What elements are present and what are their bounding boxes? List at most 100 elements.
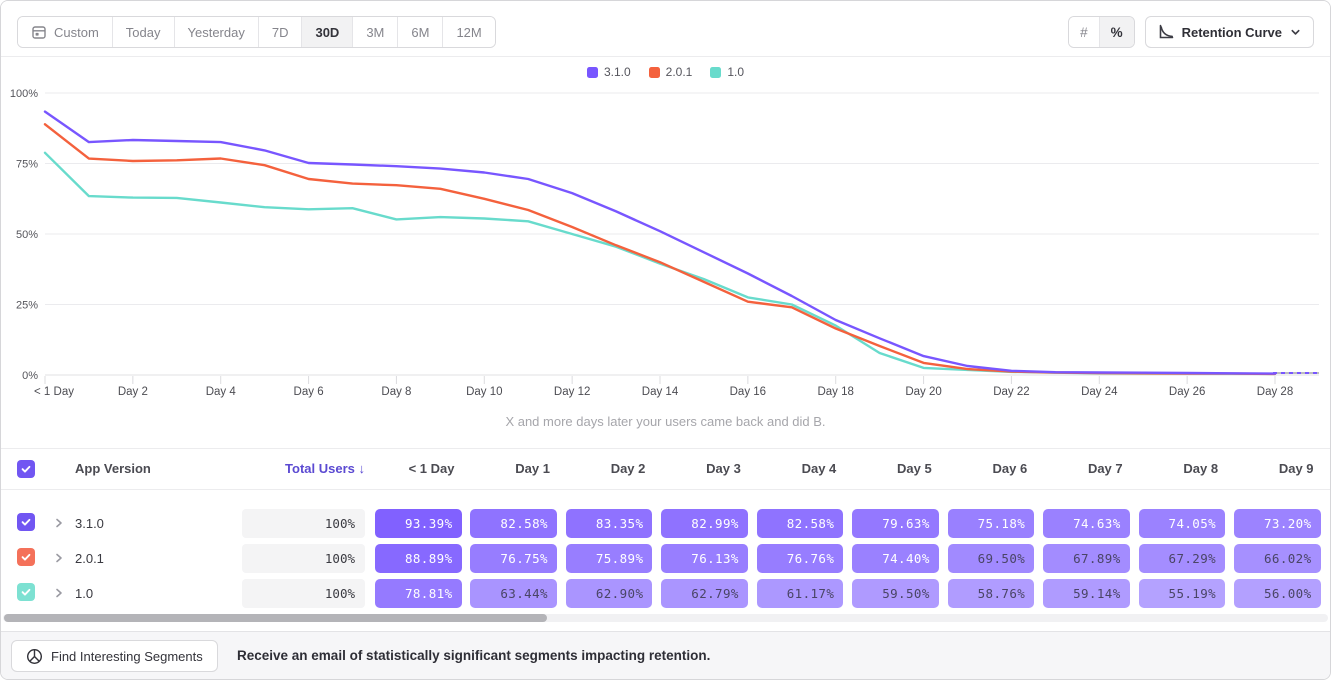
x-axis-tick-label: Day 4 xyxy=(206,386,237,398)
horizontal-scrollbar-track[interactable] xyxy=(3,614,1328,622)
report-view-dropdown[interactable]: Retention Curve xyxy=(1145,16,1314,48)
retention-cell[interactable]: 83.35% xyxy=(566,509,653,538)
y-axis-tick-label: 0% xyxy=(22,370,38,382)
find-interesting-segments-button[interactable]: Find Interesting Segments xyxy=(11,640,218,672)
column-header-day-9[interactable]: Day 9 xyxy=(1234,449,1314,489)
x-axis-tick-label: Day 6 xyxy=(294,386,324,398)
table-row-2.0.1: 2.0.1100%88.89%76.75%75.89%76.13%76.76%7… xyxy=(1,541,1330,576)
retention-cell[interactable]: 82.58% xyxy=(757,509,844,538)
x-axis-tick-label: Day 26 xyxy=(1169,386,1205,398)
y-axis-tick-label: 25% xyxy=(16,300,38,312)
date-range-label: Today xyxy=(126,25,161,40)
date-range-3m[interactable]: 3M xyxy=(352,17,397,47)
select-all-checkbox[interactable] xyxy=(17,460,35,478)
retention-cell[interactable]: 66.02% xyxy=(1234,544,1321,573)
total-users-cell: 100% xyxy=(242,509,365,538)
column-header-1-day[interactable]: < 1 Day xyxy=(375,449,455,489)
expand-chevron-icon[interactable] xyxy=(53,587,65,599)
retention-cell[interactable]: 75.18% xyxy=(948,509,1035,538)
retention-cell[interactable]: 78.81% xyxy=(375,579,462,608)
date-range-label: 3M xyxy=(366,25,384,40)
retention-cell[interactable]: 62.90% xyxy=(566,579,653,608)
value-mode-absolute[interactable]: # xyxy=(1069,17,1099,47)
retention-cell[interactable]: 67.89% xyxy=(1043,544,1130,573)
chart-caption: X and more days later your users came ba… xyxy=(1,414,1330,429)
retention-cell[interactable]: 79.63% xyxy=(852,509,939,538)
column-header-day-8[interactable]: Day 8 xyxy=(1139,449,1219,489)
column-header-day-5[interactable]: Day 5 xyxy=(852,449,932,489)
date-range-custom[interactable]: Custom xyxy=(18,17,112,47)
date-range-30d[interactable]: 30D xyxy=(301,17,352,47)
table-row-1.0: 1.0 100% 78.81% 63.44% 62.90% 62.79% 61.17% 59.… xyxy=(1,576,1330,611)
retention-cell[interactable]: 76.13% xyxy=(661,544,748,573)
retention-cell[interactable]: 55.19% xyxy=(1139,579,1226,608)
row-checkbox[interactable] xyxy=(17,513,35,531)
retention-chart-section: 3.1.02.0.11.0 100%75%50%25%0%< 1 DayDay … xyxy=(1,56,1330,438)
total-users-cell: 100% xyxy=(242,579,365,608)
retention-cell[interactable]: 76.76% xyxy=(757,544,844,573)
retention-cell[interactable]: 59.50% xyxy=(852,579,939,608)
retention-cell[interactable]: 58.76% xyxy=(948,579,1035,608)
retention-cell[interactable]: 69.50% xyxy=(948,544,1035,573)
series-line-3.1.0 xyxy=(45,112,1275,374)
column-header-day-7[interactable]: Day 7 xyxy=(1043,449,1123,489)
retention-cell[interactable]: 63.44% xyxy=(470,579,557,608)
retention-report: Custom Today Yesterday 7D30D 3M 6M 12M #% Rete… xyxy=(0,0,1331,680)
y-axis-tick-label: 75% xyxy=(16,159,38,171)
x-axis-tick-label: Day 12 xyxy=(554,386,590,398)
column-header-day-2[interactable]: Day 2 xyxy=(566,449,646,489)
retention-cell[interactable]: 82.99% xyxy=(661,509,748,538)
retention-cell[interactable]: 73.20% xyxy=(1234,509,1321,538)
retention-cell[interactable]: 74.63% xyxy=(1043,509,1130,538)
row-checkbox[interactable] xyxy=(17,583,35,601)
report-view-label: Retention Curve xyxy=(1182,25,1282,40)
row-checkbox[interactable] xyxy=(17,548,35,566)
retention-cell[interactable]: 82.58% xyxy=(470,509,557,538)
retention-cell[interactable]: 76.75% xyxy=(470,544,557,573)
column-header-day-3[interactable]: Day 3 xyxy=(661,449,741,489)
date-range-12m[interactable]: 12M xyxy=(442,17,494,47)
table-header-row: App Version Total Users ↓ < 1 Day Day 1 Da… xyxy=(1,449,1330,490)
column-header-app-version: App Version xyxy=(75,449,151,489)
retention-cell[interactable]: 93.39% xyxy=(375,509,462,538)
x-axis-tick-label: < 1 Day xyxy=(34,386,74,398)
column-header-day-4[interactable]: Day 4 xyxy=(757,449,837,489)
app-version-label: 2.0.1 xyxy=(75,541,104,576)
retention-cell[interactable]: 75.89% xyxy=(566,544,653,573)
expand-chevron-icon[interactable] xyxy=(53,552,65,564)
segments-icon xyxy=(26,648,43,665)
retention-cell[interactable]: 74.05% xyxy=(1139,509,1226,538)
segments-button-label: Find Interesting Segments xyxy=(51,649,203,664)
retention-cell[interactable]: 59.14% xyxy=(1043,579,1130,608)
retention-cell[interactable]: 61.17% xyxy=(757,579,844,608)
column-header-day-1[interactable]: Day 1 xyxy=(470,449,550,489)
retention-cell[interactable]: 67.29% xyxy=(1139,544,1226,573)
table-row-3.1.0: 3.1.0100%93.39%82.58%83.35%82.99%82.58%7… xyxy=(1,506,1330,541)
x-axis-tick-label: Day 14 xyxy=(642,386,679,398)
date-range-label: 12M xyxy=(456,25,481,40)
retention-curve-icon xyxy=(1158,24,1174,40)
date-range-6m[interactable]: 6M xyxy=(397,17,442,47)
toolbar: Custom Today Yesterday 7D30D 3M 6M 12M #% Rete… xyxy=(1,1,1330,57)
horizontal-scrollbar-thumb[interactable] xyxy=(4,614,547,622)
date-range-label: Yesterday xyxy=(188,25,245,40)
footer-message: Receive an email of statistically signif… xyxy=(237,632,710,680)
app-version-label: 1.0 xyxy=(75,576,93,611)
date-range-label: Custom xyxy=(54,25,99,40)
y-axis-tick-label: 50% xyxy=(16,229,38,241)
value-mode-percent[interactable]: % xyxy=(1099,17,1134,47)
retention-table: App Version Total Users ↓ < 1 Day Day 1 Da… xyxy=(1,448,1330,616)
column-header-total-users[interactable]: Total Users ↓ xyxy=(201,449,365,489)
date-range-yesterday[interactable]: Yesterday xyxy=(174,17,258,47)
sort-desc-icon: ↓ xyxy=(359,461,366,476)
date-range-7d[interactable]: 7D xyxy=(258,17,302,47)
retention-cell[interactable]: 62.79% xyxy=(661,579,748,608)
column-header-day-6[interactable]: Day 6 xyxy=(948,449,1028,489)
x-axis-tick-label: Day 20 xyxy=(905,386,941,398)
retention-cell[interactable]: 74.40% xyxy=(852,544,939,573)
date-range-selector: Custom Today Yesterday 7D30D 3M 6M 12M xyxy=(17,16,496,48)
retention-cell[interactable]: 56.00% xyxy=(1234,579,1321,608)
expand-chevron-icon[interactable] xyxy=(53,517,65,529)
retention-cell[interactable]: 88.89% xyxy=(375,544,462,573)
date-range-today[interactable]: Today xyxy=(112,17,174,47)
